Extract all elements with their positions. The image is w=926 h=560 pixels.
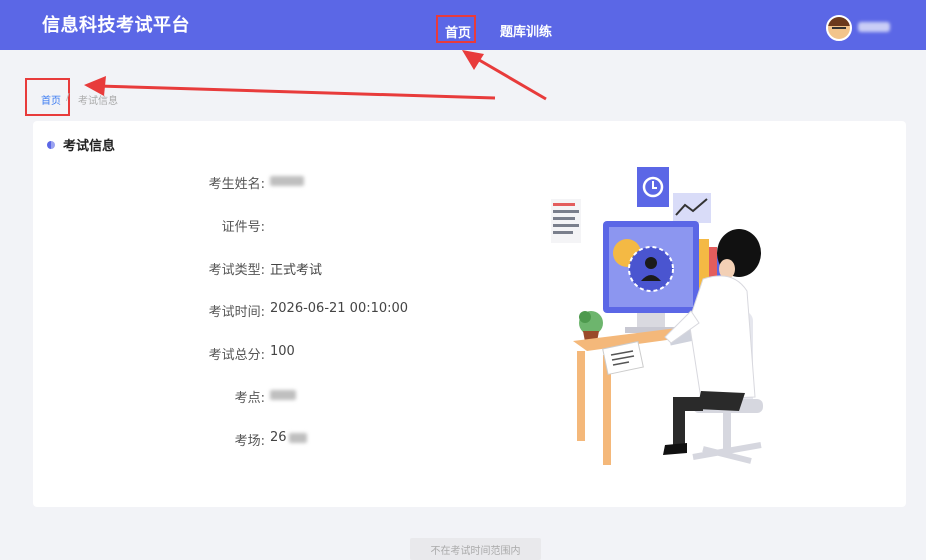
field-value: 26: [270, 430, 307, 445]
exam-illustration: [551, 167, 763, 465]
field-label: 证件号:: [221, 220, 265, 235]
username-redacted[interactable]: [858, 22, 890, 32]
top-navigation-bar: 信息科技考试平台 首页 题库训练: [0, 0, 926, 50]
field-value-redacted: [270, 387, 296, 402]
breadcrumb-home-link[interactable]: 首页: [41, 92, 61, 107]
field-label: 考点:: [234, 391, 265, 406]
field-label: 考试时间:: [208, 305, 265, 320]
annotation-arrow-breadcrumb: [84, 76, 496, 100]
field-value-redacted: [270, 173, 304, 188]
field-value: 100: [270, 344, 295, 359]
field-label: 考试类型:: [208, 263, 265, 278]
graph-card-icon: [673, 193, 711, 223]
breadcrumb-separator: /: [66, 92, 70, 103]
field-label: 考场:: [234, 434, 265, 449]
avatar-glasses: [832, 27, 846, 33]
exam-status-button[interactable]: 不在考试时间范围内: [410, 538, 541, 560]
field-label: 考试总分:: [208, 348, 265, 363]
exam-info-card: 考试信息 考生姓名: 证件号: 考试类型: 正式考试 考试时间: 2026-06…: [33, 121, 906, 507]
card-header: 考试信息: [47, 135, 115, 154]
user-avatar[interactable]: [826, 15, 852, 41]
nav-home-link[interactable]: 首页: [436, 15, 480, 45]
field-value: 2026-06-21 00:10:00: [270, 301, 409, 316]
title-dot-icon: [47, 140, 55, 149]
clock-card-icon: [637, 167, 669, 207]
breadcrumb-current: 考试信息: [78, 96, 118, 107]
field-label: 考生姓名:: [208, 177, 265, 192]
card-title: 考试信息: [63, 139, 116, 154]
avatar-hair: [828, 17, 850, 26]
nav-question-bank-link[interactable]: 题库训练: [500, 21, 552, 40]
monitor-icon: [603, 221, 699, 333]
platform-title: 信息科技考试平台: [42, 15, 190, 36]
field-value: 正式考试: [270, 263, 323, 278]
document-lines-icon: [551, 199, 581, 243]
annotation-arrow-nav: [462, 50, 547, 101]
